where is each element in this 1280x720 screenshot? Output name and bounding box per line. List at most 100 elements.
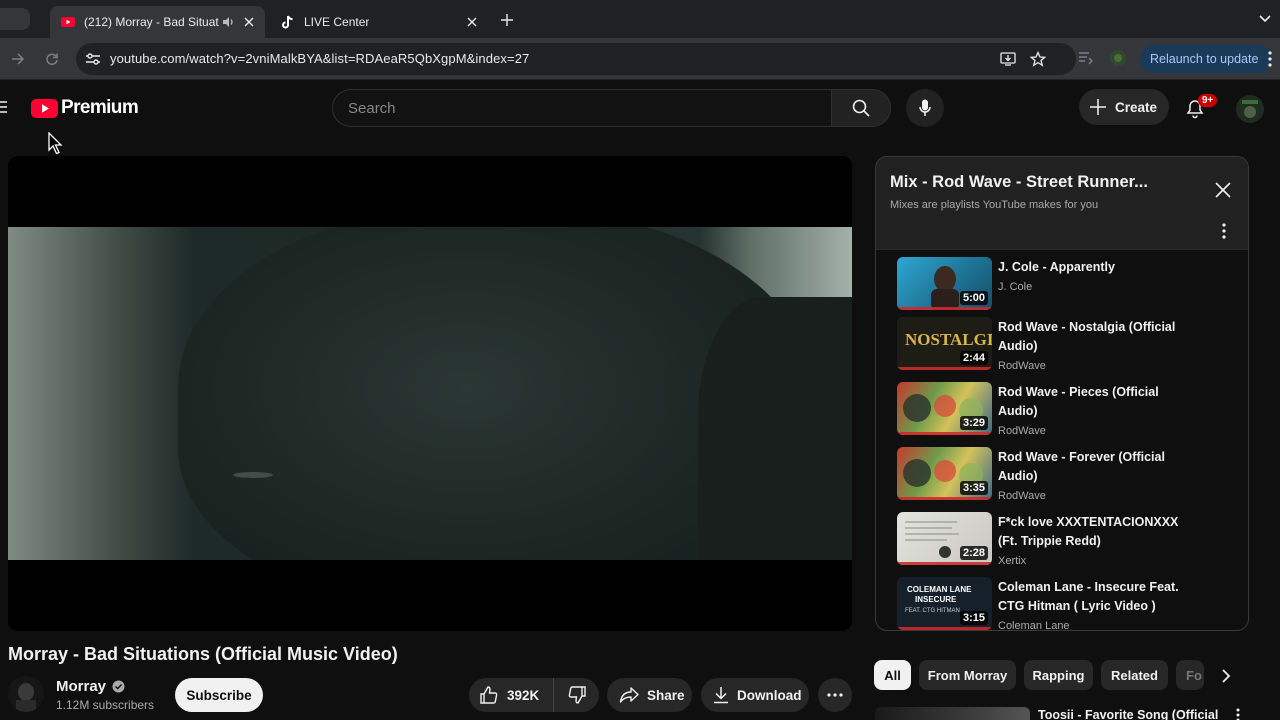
notification-badge: 9+ xyxy=(1198,94,1218,107)
logo-wordmark: Premium xyxy=(61,97,139,118)
browser-toolbar: youtube.com/watch?v=2vniMalkBYA&list=RDA… xyxy=(0,38,1280,80)
account-avatar[interactable] xyxy=(1236,95,1264,123)
playlist-item[interactable]: 5:00 J. Cole - Apparently J. Cole xyxy=(876,251,1248,313)
bookmark-star-icon[interactable] xyxy=(1029,50,1047,68)
address-bar[interactable]: youtube.com/watch?v=2vniMalkBYA&list=RDA… xyxy=(76,43,1076,75)
voice-search-button[interactable] xyxy=(906,89,944,127)
playlist-item-title: Rod Wave - Pieces (Official Audio) xyxy=(998,385,1159,418)
thumbnail-progress-bar xyxy=(897,432,992,435)
playlist-item-channel: Coleman Lane xyxy=(998,620,1070,631)
youtube-premium-logo[interactable]: Premium xyxy=(31,97,139,118)
playlist-item-channel: RodWave xyxy=(998,425,1046,437)
recommendation-thumbnail[interactable] xyxy=(875,707,1030,720)
chip-rapping[interactable]: Rapping xyxy=(1024,660,1093,690)
playlist-item-title: F*ck love XXXTENTACIONXXX (Ft. Trippie R… xyxy=(998,515,1179,548)
chip-from-morray[interactable]: From Morray xyxy=(919,660,1016,690)
duration-badge: 3:35 xyxy=(959,481,988,495)
like-dislike-group: 392K xyxy=(469,678,599,712)
channel-name[interactable]: Morray xyxy=(56,678,125,695)
like-count: 392K xyxy=(507,687,540,703)
create-button[interactable]: Create xyxy=(1079,89,1169,125)
playlist-item-channel: J. Cole xyxy=(998,281,1033,293)
recommendation-title[interactable]: Toosii - Favorite Song (Official xyxy=(1038,708,1218,720)
tab-close-icon[interactable] xyxy=(464,14,480,30)
chevron-right-icon[interactable] xyxy=(1217,667,1235,685)
playlist-item[interactable]: 2:28 F*ck love XXXTENTACIONXXX (Ft. Trip… xyxy=(876,506,1248,568)
mouse-cursor-icon xyxy=(48,132,64,156)
browser-menu-icon[interactable] xyxy=(1264,49,1276,69)
thumbs-down-icon xyxy=(567,685,587,705)
reading-list-icon[interactable] xyxy=(1076,48,1096,68)
playlist-item-channel: RodWave xyxy=(998,360,1046,372)
reload-icon[interactable] xyxy=(41,48,63,70)
subscribe-button[interactable]: Subscribe xyxy=(175,678,263,712)
channel-avatar[interactable] xyxy=(8,676,44,712)
search-input[interactable] xyxy=(332,89,832,127)
playlist-thumbnail: 2:28 xyxy=(897,512,992,565)
playlist-thumbnail: NOSTALGIA 2:44 xyxy=(897,317,992,370)
download-button[interactable]: Download xyxy=(701,678,809,712)
chip-related[interactable]: Related xyxy=(1101,660,1168,690)
playlist-thumbnail: 3:35 xyxy=(897,447,992,500)
relaunch-button[interactable]: Relaunch to update xyxy=(1140,45,1272,73)
thumbnail-progress-bar xyxy=(897,562,992,565)
pinned-tab[interactable] xyxy=(0,8,30,30)
tab-search-chevron-icon[interactable] xyxy=(1256,10,1274,28)
playlist-item-title: Rod Wave - Forever (Official Audio) xyxy=(998,450,1165,483)
close-icon[interactable] xyxy=(1214,181,1234,201)
playlist-item[interactable]: NOSTALGIA 2:44 Rod Wave - Nostalgia (Off… xyxy=(876,311,1248,373)
playlist-title[interactable]: Mix - Rod Wave - Street Runner... xyxy=(890,173,1148,192)
profile-avatar-icon[interactable] xyxy=(1108,48,1128,68)
video-player[interactable] xyxy=(8,156,852,631)
video-highlight xyxy=(233,472,273,478)
like-button[interactable]: 392K xyxy=(469,678,554,712)
speaker-icon[interactable] xyxy=(221,15,235,29)
playlist-menu-icon[interactable] xyxy=(1216,221,1232,241)
more-horizontal-icon xyxy=(827,693,843,697)
tab-live-center[interactable]: LIVE Center xyxy=(270,6,488,38)
create-label: Create xyxy=(1115,99,1158,115)
tab-close-icon[interactable] xyxy=(241,14,257,30)
duration-badge: 3:15 xyxy=(959,611,988,625)
playlist-thumbnail: 5:00 xyxy=(897,257,992,310)
playlist-subtitle: Mixes are playlists YouTube makes for yo… xyxy=(890,199,1099,211)
download-label: Download xyxy=(737,687,802,703)
search-icon xyxy=(852,99,870,117)
duration-badge: 2:44 xyxy=(959,351,988,365)
verified-check-icon xyxy=(112,680,125,693)
hamburger-menu-icon[interactable] xyxy=(0,99,8,115)
playlist-item[interactable]: 3:29 Rod Wave - Pieces (Official Audio) … xyxy=(876,376,1248,438)
tab-youtube[interactable]: (212) Morray - Bad Situat xyxy=(50,6,265,38)
chip-all[interactable]: All xyxy=(874,660,911,690)
playlist-item-title: J. Cole - Apparently xyxy=(998,260,1115,274)
site-settings-icon[interactable] xyxy=(84,50,102,68)
video-title: Morray - Bad Situations (Official Music … xyxy=(8,644,398,664)
playlist-item[interactable]: COLEMAN LANE INSECURE FEAT. CTG HITMAN 3:1… xyxy=(876,571,1248,631)
thumbnail-progress-bar xyxy=(897,497,992,500)
thumbnail-progress-bar xyxy=(897,367,992,370)
duration-badge: 2:28 xyxy=(959,546,988,560)
thumbnail-progress-bar xyxy=(897,307,992,310)
recommendation-menu-icon[interactable] xyxy=(1236,708,1248,720)
relaunch-label: Relaunch to update xyxy=(1150,52,1259,66)
share-button[interactable]: Share xyxy=(607,678,692,712)
playlist-item[interactable]: 3:35 Rod Wave - Forever (Official Audio)… xyxy=(876,441,1248,503)
duration-badge: 3:29 xyxy=(959,416,988,430)
playlist-header: Mix - Rod Wave - Street Runner... Mixes … xyxy=(876,157,1248,250)
more-actions-button[interactable] xyxy=(818,678,852,712)
dislike-button[interactable] xyxy=(554,678,599,712)
youtube-play-logo-icon xyxy=(31,98,58,118)
svg-text:INSECURE: INSECURE xyxy=(915,595,957,604)
install-app-icon[interactable] xyxy=(999,50,1017,68)
new-tab-plus-icon[interactable] xyxy=(497,10,517,30)
tiktok-icon xyxy=(280,14,296,30)
chip-truncated[interactable]: Fo xyxy=(1176,660,1204,690)
search-button[interactable] xyxy=(831,89,891,127)
forward-arrow-icon[interactable] xyxy=(7,48,29,70)
youtube-header: Premium Create 9+ xyxy=(0,81,1280,135)
playlist-panel: Mix - Rod Wave - Street Runner... Mixes … xyxy=(875,156,1249,631)
playlist-thumbnail: COLEMAN LANE INSECURE FEAT. CTG HITMAN 3:1… xyxy=(897,577,992,630)
video-shoulder xyxy=(698,297,852,560)
thumbs-up-icon xyxy=(479,685,499,705)
subscriber-count: 1.12M subscribers xyxy=(56,698,155,712)
